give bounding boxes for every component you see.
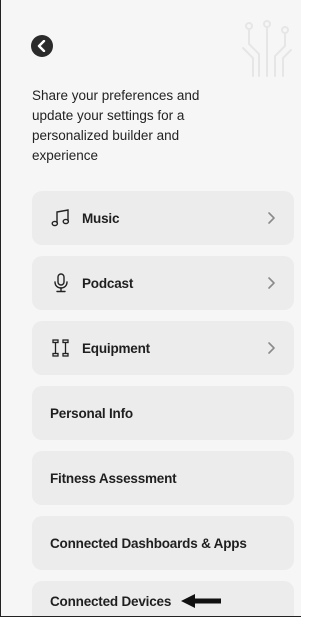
dumbbell-icon [50, 337, 72, 359]
connected-devices-item[interactable]: Connected Devices [32, 581, 294, 616]
connected-devices-label: Connected Devices [50, 593, 172, 609]
settings-screen: Share your preferences and update your s… [0, 0, 301, 617]
chevron-right-icon [268, 342, 275, 354]
personal-info-item[interactable]: Personal Info [32, 386, 294, 440]
podcast-label: Podcast [82, 275, 134, 291]
fitness-assessment-item[interactable]: Fitness Assessment [32, 451, 294, 505]
fitness-assessment-label: Fitness Assessment [50, 470, 177, 486]
circuit-decoration-icon [242, 20, 292, 77]
chevron-left-icon [37, 40, 46, 52]
connected-dashboards-apps-label: Connected Dashboards & Apps [50, 535, 247, 551]
equipment-label: Equipment [82, 340, 150, 356]
left-arrow-icon [181, 594, 222, 608]
connected-dashboards-apps-item[interactable]: Connected Dashboards & Apps [32, 516, 294, 570]
personal-info-label: Personal Info [50, 405, 133, 421]
microphone-icon [50, 272, 72, 294]
music-note-icon [50, 207, 72, 229]
chevron-right-icon [268, 212, 275, 224]
equipment-item[interactable]: Equipment [32, 321, 294, 375]
chevron-right-icon [268, 277, 275, 289]
intro-text: Share your preferences and update your s… [32, 88, 200, 163]
podcast-item[interactable]: Podcast [32, 256, 294, 310]
settings-list: Music Podcast Equipment Personal Info Fi… [32, 191, 294, 616]
back-button[interactable] [31, 35, 53, 57]
music-item[interactable]: Music [32, 191, 294, 245]
music-label: Music [82, 210, 120, 226]
